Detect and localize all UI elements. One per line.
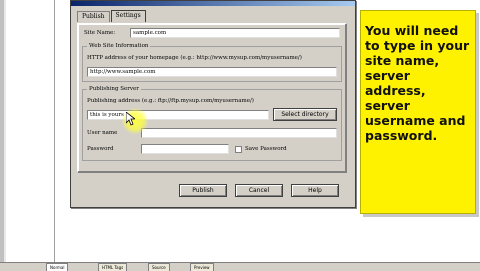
- web-site-info-title: Web Site Information: [87, 43, 151, 50]
- publishing-server-title: Publishing Server: [87, 86, 141, 93]
- homepage-hint: HTTP address of your homepage (e.g.: htt…: [87, 55, 302, 61]
- publishing-address-hint: Publishing address (e.g.: ftp://ftp.mysu…: [87, 98, 254, 104]
- publish-button[interactable]: Publish: [179, 184, 227, 197]
- password-input[interactable]: [141, 144, 229, 154]
- publishing-server-group: Publishing Server Publishing address (e.…: [82, 86, 342, 161]
- web-site-info-group: Web Site Information HTTP address of you…: [82, 43, 342, 82]
- dialog-titlebar[interactable]: [71, 1, 355, 6]
- user-name-label: User name: [87, 130, 118, 136]
- password-label: Password: [87, 146, 114, 152]
- save-password-label: Save Password: [245, 146, 287, 152]
- settings-panel: Site Name: sample.com Web Site Informati…: [77, 23, 347, 173]
- publish-settings-dialog: Publish Settings Site Name: sample.com W…: [70, 0, 356, 208]
- help-button[interactable]: Help: [291, 184, 339, 197]
- user-name-input[interactable]: [141, 128, 337, 138]
- select-directory-button[interactable]: Select directory: [273, 108, 337, 121]
- tab-publish[interactable]: Publish: [77, 11, 110, 22]
- site-name-input[interactable]: sample.com: [130, 28, 340, 38]
- homepage-url-input[interactable]: http://www.sample.com: [87, 67, 337, 77]
- site-name-label: Site Name:: [84, 30, 116, 36]
- publishing-address-input[interactable]: this is yours: [87, 110, 269, 120]
- tab-settings[interactable]: Settings: [110, 10, 146, 22]
- cancel-button[interactable]: Cancel: [235, 184, 283, 197]
- left-panel: [4, 0, 55, 262]
- save-password-checkbox[interactable]: [235, 146, 242, 153]
- instruction-callout: You will need to type in your site name,…: [360, 10, 476, 214]
- dialog-tabs: Publish Settings: [77, 10, 147, 23]
